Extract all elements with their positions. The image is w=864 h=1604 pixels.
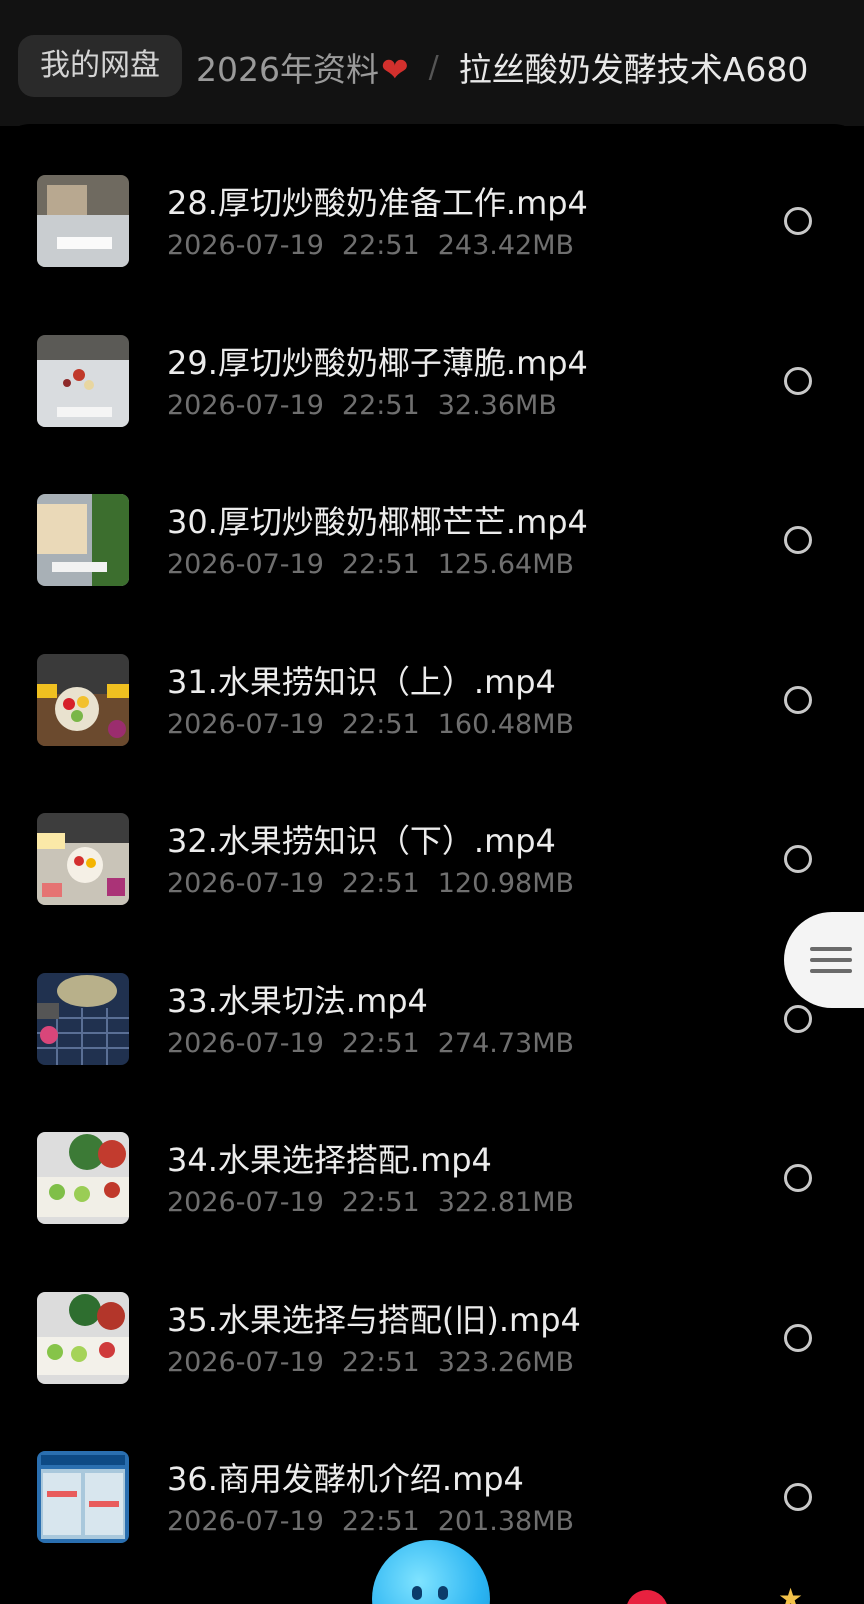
file-date: 2026-07-19: [167, 1506, 324, 1537]
video-thumbnail: [37, 1132, 129, 1224]
file-size: 322.81MB: [437, 1187, 575, 1218]
file-time: 22:51: [341, 1346, 420, 1378]
file-name: 33.水果切法.mp4: [167, 981, 428, 1020]
file-date: 2026-07-19: [167, 1187, 324, 1218]
radio-circle-icon[interactable]: [784, 1004, 812, 1033]
radio-circle-icon[interactable]: [784, 1483, 812, 1511]
file-date: 2026-07-19: [167, 1027, 324, 1059]
file-size: 243.42MB: [437, 230, 575, 261]
file-name: 35.水果选择与搭配(旧).mp4: [167, 1300, 581, 1339]
file-meta: 2026-07-19 22:51 160.48MB: [167, 709, 592, 740]
file-row[interactable]: 31.水果捞知识（上）.mp4 2026-07-19 22:51 160.48MB: [0, 619, 864, 782]
file-date: 2026-07-19: [167, 389, 324, 421]
breadcrumb-current: 拉丝酸奶发酵技术A680: [458, 50, 809, 89]
breadcrumb-folder[interactable]: 2026年资料❤: [196, 43, 409, 91]
file-size: 323.26MB: [437, 1346, 575, 1378]
file-time: 22:51: [341, 1187, 420, 1218]
file-time: 22:51: [341, 389, 420, 421]
file-row[interactable]: 34.水果选择搭配.mp4 2026-07-19 22:51 322.81MB: [0, 1097, 864, 1260]
file-name: 32.水果捞知识（下）.mp4: [167, 822, 556, 860]
file-name: 29.厚切炒酸奶椰子薄脆.mp4: [167, 343, 588, 382]
file-time: 22:51: [341, 708, 420, 740]
radio-circle-icon[interactable]: [784, 207, 812, 235]
breadcrumb: 2026年资料❤ / 拉丝酸奶发酵技术A680: [196, 42, 808, 92]
file-meta: 2026-07-19 22:51 243.42MB: [167, 230, 592, 261]
file-time: 22:51: [341, 549, 420, 580]
file-time: 22:51: [341, 1027, 420, 1059]
file-size: 201.38MB: [437, 1506, 575, 1537]
file-size: 125.64MB: [437, 549, 575, 580]
heart-icon: ❤: [380, 50, 409, 89]
hamburger-menu-icon: [810, 940, 852, 980]
file-name: 31.水果捞知识（上）.mp4: [167, 662, 556, 701]
file-date: 2026-07-19: [167, 868, 324, 899]
video-thumbnail: [37, 494, 129, 586]
file-row[interactable]: 29.厚切炒酸奶椰子薄脆.mp4 2026-07-19 22:51 32.36MB: [0, 300, 864, 463]
mascot-eye: [412, 1586, 422, 1600]
video-thumbnail: [37, 175, 129, 267]
file-meta: 2026-07-19 22:51 125.64MB: [167, 549, 592, 580]
video-thumbnail: [37, 813, 129, 905]
mascot-eye: [438, 1586, 448, 1600]
file-meta: 2026-07-19 22:51 323.26MB: [167, 1347, 592, 1378]
video-thumbnail: [37, 334, 129, 427]
radio-circle-icon[interactable]: [784, 526, 812, 554]
file-meta: 2026-07-19 22:51 274.73MB: [167, 1028, 592, 1059]
file-date: 2026-07-19: [167, 549, 324, 580]
file-size: 120.98MB: [437, 868, 575, 899]
file-time: 22:51: [341, 1506, 420, 1537]
radio-circle-icon[interactable]: [784, 1164, 812, 1192]
file-meta: 2026-07-19 22:51 201.38MB: [167, 1506, 592, 1537]
video-thumbnail: [37, 972, 129, 1065]
file-size: 160.48MB: [437, 708, 575, 740]
file-date: 2026-07-19: [167, 1346, 324, 1378]
file-name: 36.商用发酵机介绍.mp4: [167, 1460, 524, 1498]
radio-circle-icon[interactable]: [784, 366, 812, 395]
breadcrumb-home[interactable]: 我的网盘: [18, 35, 182, 97]
file-name: 34.水果选择搭配.mp4: [167, 1141, 492, 1179]
radio-circle-icon[interactable]: [784, 685, 812, 714]
file-row[interactable]: 35.水果选择与搭配(旧).mp4 2026-07-19 22:51 323.26MB: [0, 1257, 864, 1420]
file-name: 28.厚切炒酸奶准备工作.mp4: [167, 184, 588, 222]
file-size: 32.36MB: [437, 389, 557, 421]
file-row[interactable]: 28.厚切炒酸奶准备工作.mp4 2026-07-19 22:51 243.42MB: [0, 140, 864, 303]
star-icon: ★: [778, 1582, 804, 1604]
file-list: 28.厚切炒酸奶准备工作.mp4 2026-07-19 22:51 243.42MB 2…: [0, 124, 864, 1604]
file-time: 22:51: [341, 230, 420, 261]
file-row[interactable]: 32.水果捞知识（下）.mp4 2026-07-19 22:51 120.98MB: [0, 778, 864, 941]
file-row[interactable]: 33.水果切法.mp4 2026-07-19 22:51 274.73MB: [0, 938, 864, 1101]
file-date: 2026-07-19: [167, 708, 324, 740]
file-row[interactable]: 30.厚切炒酸奶椰椰芒芒.mp4 2026-07-19 22:51 125.64MB: [0, 459, 864, 622]
file-name: 30.厚切炒酸奶椰椰芒芒.mp4: [167, 503, 588, 541]
file-meta: 2026-07-19 22:51 120.98MB: [167, 868, 592, 899]
video-thumbnail: [37, 1291, 129, 1384]
file-meta: 2026-07-19 22:51 32.36MB: [167, 390, 575, 421]
breadcrumb-separator: /: [428, 49, 439, 85]
file-size: 274.73MB: [437, 1027, 575, 1059]
file-date: 2026-07-19: [167, 230, 324, 261]
file-time: 22:51: [341, 868, 420, 899]
video-thumbnail: [37, 653, 129, 746]
radio-circle-icon[interactable]: [784, 845, 812, 873]
breadcrumb-bar: 我的网盘 2026年资料❤ / 拉丝酸奶发酵技术A680: [0, 0, 864, 126]
file-meta: 2026-07-19 22:51 322.81MB: [167, 1187, 592, 1218]
radio-circle-icon[interactable]: [784, 1323, 812, 1352]
video-thumbnail: [37, 1451, 129, 1543]
